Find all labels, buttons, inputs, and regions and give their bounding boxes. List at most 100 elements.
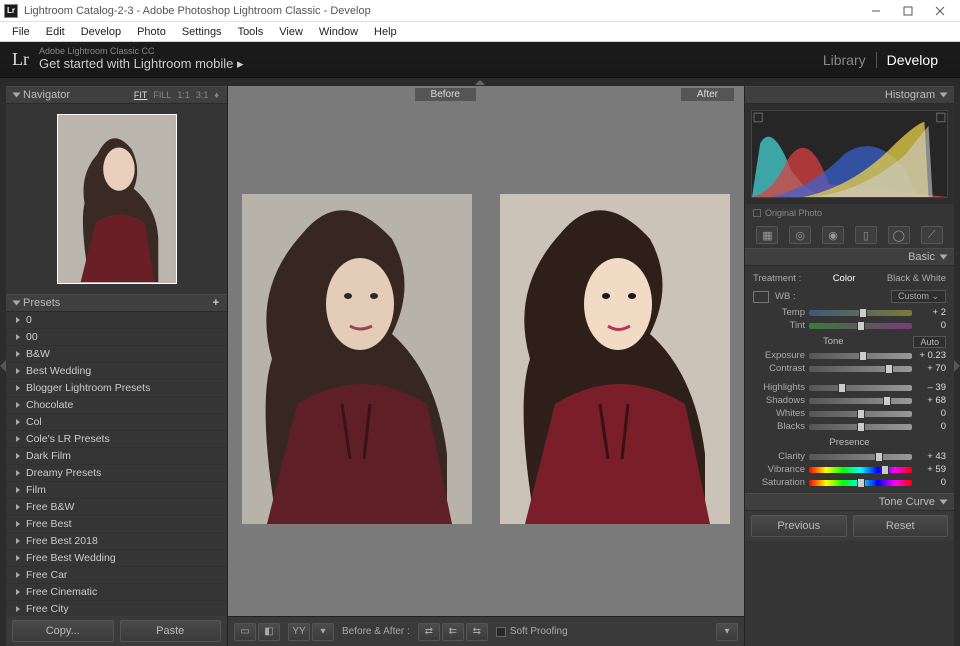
whites-slider[interactable] bbox=[809, 411, 912, 417]
preset-item[interactable]: Free Best Wedding bbox=[6, 550, 227, 567]
zoom-1-1[interactable]: 1:1 bbox=[177, 90, 190, 100]
preset-item[interactable]: Free Cinematic bbox=[6, 584, 227, 601]
exposure-value[interactable]: + 0.23 bbox=[916, 350, 946, 361]
module-library[interactable]: Library bbox=[813, 52, 876, 68]
module-develop[interactable]: Develop bbox=[876, 52, 948, 68]
saturation-value[interactable]: 0 bbox=[916, 477, 946, 488]
top-panel-toggle[interactable] bbox=[0, 78, 960, 86]
tint-value[interactable]: 0 bbox=[916, 320, 946, 331]
preset-item[interactable]: Best Wedding bbox=[6, 363, 227, 380]
preset-item[interactable]: Film bbox=[6, 482, 227, 499]
preset-item[interactable]: 00 bbox=[6, 329, 227, 346]
zoom-fill[interactable]: FILL bbox=[153, 90, 171, 100]
clarity-slider[interactable] bbox=[809, 454, 912, 460]
preset-item[interactable]: Cole's LR Presets bbox=[6, 431, 227, 448]
preset-item[interactable]: Blogger Lightroom Presets bbox=[6, 380, 227, 397]
contrast-value[interactable]: + 70 bbox=[916, 363, 946, 374]
preset-item[interactable]: Chocolate bbox=[6, 397, 227, 414]
spot-tool-icon[interactable]: ◎ bbox=[789, 226, 811, 244]
highlights-slider[interactable] bbox=[809, 385, 912, 391]
wb-picker-icon[interactable] bbox=[753, 291, 769, 303]
exposure-slider[interactable] bbox=[809, 353, 912, 359]
zoom-fit[interactable]: FIT bbox=[134, 90, 148, 100]
reset-button[interactable]: Reset bbox=[853, 515, 949, 537]
preset-item[interactable]: Free City bbox=[6, 601, 227, 616]
right-panel-toggle[interactable] bbox=[954, 86, 960, 646]
preset-item[interactable]: Free Car bbox=[6, 567, 227, 584]
copy-button[interactable]: Copy... bbox=[12, 620, 114, 642]
preset-item[interactable]: Free Best 2018 bbox=[6, 533, 227, 550]
toolbar-menu-icon[interactable]: ▾ bbox=[716, 623, 738, 641]
menu-tools[interactable]: Tools bbox=[230, 26, 272, 38]
checkbox-icon[interactable] bbox=[753, 209, 761, 217]
vibrance-slider[interactable] bbox=[809, 467, 912, 473]
zoom-3-1[interactable]: 3:1 bbox=[196, 90, 209, 100]
menu-help[interactable]: Help bbox=[366, 26, 405, 38]
wb-dropdown[interactable]: Custom ⌄ bbox=[891, 290, 946, 303]
preset-item[interactable]: Free Best bbox=[6, 516, 227, 533]
before-after-lr-icon[interactable]: YY bbox=[288, 623, 310, 641]
original-photo-toggle[interactable]: Original Photo bbox=[745, 204, 954, 222]
menu-develop[interactable]: Develop bbox=[73, 26, 129, 38]
copy-after-icon[interactable]: ⇆ bbox=[466, 623, 488, 641]
treatment-bw[interactable]: Black & White bbox=[887, 273, 946, 284]
previous-button[interactable]: Previous bbox=[751, 515, 847, 537]
menu-file[interactable]: File bbox=[4, 26, 38, 38]
preset-item[interactable]: Free B&W bbox=[6, 499, 227, 516]
maximize-button[interactable] bbox=[892, 1, 924, 21]
preset-item[interactable]: 0 bbox=[6, 312, 227, 329]
saturation-slider[interactable] bbox=[809, 480, 912, 486]
add-preset-icon[interactable]: + bbox=[213, 297, 219, 309]
menu-photo[interactable]: Photo bbox=[129, 26, 174, 38]
menu-window[interactable]: Window bbox=[311, 26, 366, 38]
close-button[interactable] bbox=[924, 1, 956, 21]
auto-tone-button[interactable]: Auto bbox=[913, 336, 946, 348]
compare-view-icon[interactable]: ◧ bbox=[258, 623, 280, 641]
menu-view[interactable]: View bbox=[271, 26, 311, 38]
graduated-tool-icon[interactable]: ▯ bbox=[855, 226, 877, 244]
menu-edit[interactable]: Edit bbox=[38, 26, 73, 38]
blacks-slider[interactable] bbox=[809, 424, 912, 430]
preset-item[interactable]: Col bbox=[6, 414, 227, 431]
zoom-more-icon[interactable]: ♦ bbox=[214, 90, 219, 100]
redeye-tool-icon[interactable]: ◉ bbox=[822, 226, 844, 244]
temp-slider[interactable] bbox=[809, 310, 912, 316]
menu-settings[interactable]: Settings bbox=[174, 26, 230, 38]
minimize-button[interactable] bbox=[860, 1, 892, 21]
loupe-view-icon[interactable]: ▭ bbox=[234, 623, 256, 641]
basic-header[interactable]: Basic bbox=[745, 248, 954, 266]
checkbox-icon[interactable] bbox=[496, 627, 506, 637]
navigator-header[interactable]: Navigator FIT FILL 1:1 3:1 ♦ bbox=[6, 86, 227, 104]
tint-slider[interactable] bbox=[809, 323, 912, 329]
navigator-preview[interactable] bbox=[6, 104, 227, 294]
swap-icon[interactable]: ⇄ bbox=[418, 623, 440, 641]
radial-tool-icon[interactable]: ◯ bbox=[888, 226, 910, 244]
before-after-menu-icon[interactable]: ▾ bbox=[312, 623, 334, 641]
histogram-header[interactable]: Histogram bbox=[745, 86, 954, 104]
brush-tool-icon[interactable]: ⟋ bbox=[921, 226, 943, 244]
shadows-value[interactable]: + 68 bbox=[916, 395, 946, 406]
shadows-slider[interactable] bbox=[809, 398, 912, 404]
preset-item[interactable]: Dark Film bbox=[6, 448, 227, 465]
after-image-area[interactable] bbox=[488, 102, 742, 616]
before-image-area[interactable] bbox=[230, 102, 484, 616]
paste-button[interactable]: Paste bbox=[120, 620, 222, 642]
vibrance-value[interactable]: + 59 bbox=[916, 464, 946, 475]
treatment-color[interactable]: Color bbox=[833, 273, 856, 284]
contrast-slider[interactable] bbox=[809, 366, 912, 372]
mobile-tagline[interactable]: Get started with Lightroom mobile ▸ bbox=[39, 57, 244, 71]
preset-item[interactable]: Dreamy Presets bbox=[6, 465, 227, 482]
crop-tool-icon[interactable]: ▦ bbox=[756, 226, 778, 244]
temp-value[interactable]: + 2 bbox=[916, 307, 946, 318]
presets-header[interactable]: Presets + bbox=[6, 294, 227, 312]
clarity-value[interactable]: + 43 bbox=[916, 451, 946, 462]
tone-curve-header[interactable]: Tone Curve bbox=[745, 493, 954, 511]
preset-item[interactable]: B&W bbox=[6, 346, 227, 363]
copy-before-icon[interactable]: ⇇ bbox=[442, 623, 464, 641]
histogram-panel[interactable] bbox=[745, 104, 954, 204]
whites-value[interactable]: 0 bbox=[916, 408, 946, 419]
soft-proofing-toggle[interactable]: Soft Proofing bbox=[496, 626, 568, 637]
blacks-value[interactable]: 0 bbox=[916, 421, 946, 432]
highlights-value[interactable]: – 39 bbox=[916, 382, 946, 393]
presets-list[interactable]: 0 00 B&W Best Wedding Blogger Lightroom … bbox=[6, 312, 227, 616]
